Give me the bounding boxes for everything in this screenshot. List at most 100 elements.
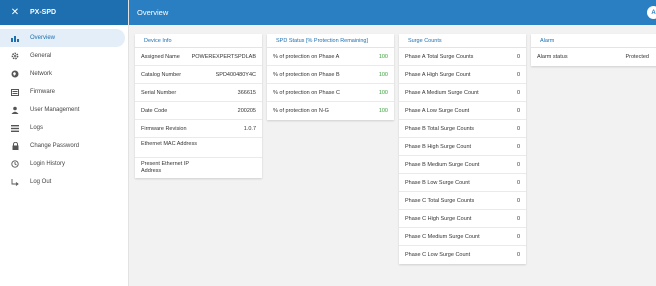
gear-icon [0, 52, 30, 60]
row-label: Alarm status [537, 54, 568, 60]
row-value: 100 [378, 71, 388, 78]
surge-counts-card: Surge Counts Phase A Total Surge Counts 0… [399, 34, 526, 264]
logout-icon [0, 178, 30, 186]
row-label: Serial Number [141, 89, 177, 96]
sidebar-item-log-out[interactable]: Log Out [0, 173, 125, 191]
row-value: 0 [516, 89, 520, 96]
row-value: 100 [378, 108, 388, 114]
surge-count-row: Phase C Medium Surge Count 0 [399, 228, 526, 246]
sidebar: ✕ PX-SPD Overview General Network Firmwa… [0, 0, 129, 286]
sidebar-item-label: Logs [30, 125, 44, 131]
row-label: Phase A Low Surge Count [405, 107, 470, 114]
app-title: PX-SPD [30, 9, 57, 16]
row-label: Phase A Medium Surge Count [405, 89, 479, 96]
row-label: Phase B Low Surge Count [405, 179, 470, 186]
surge-count-row: Phase B Medium Surge Count 0 [399, 156, 526, 174]
alarm-status-value: Protected [625, 54, 649, 60]
sidebar-item-label: Login History [30, 161, 66, 167]
alarm-card: Alarm Alarm status Protected [531, 34, 656, 66]
sidebar-item-general[interactable]: General [0, 47, 125, 65]
row-label: Catalog Number [141, 71, 182, 78]
sidebar-item-label: Firmware [30, 89, 55, 95]
device-info-title: Device Info [135, 34, 262, 48]
row-label: Date Code [141, 107, 168, 114]
row-value: 100 [378, 53, 388, 60]
row-value: 0 [516, 125, 520, 132]
row-value: 0 [516, 143, 520, 150]
row-value: 0 [516, 179, 520, 186]
surge-count-row: Phase B Total Surge Counts 0 [399, 120, 526, 138]
row-value: SPD400480Y4C [215, 71, 256, 78]
firmware-icon [0, 88, 30, 96]
surge-count-row: Phase B High Surge Count 0 [399, 138, 526, 156]
row-label: Phase C High Surge Count [405, 215, 472, 222]
row-label: Phase C Low Surge Count [405, 252, 471, 258]
sidebar-item-overview[interactable]: Overview [0, 29, 125, 47]
row-value: 366615 [237, 89, 256, 96]
spd-status-title: SPD Status [% Protection Remaining] [267, 34, 394, 48]
sidebar-item-label: General [30, 53, 52, 59]
row-label: Phase B Total Surge Counts [405, 125, 474, 132]
surge-count-row: Phase A High Surge Count 0 [399, 66, 526, 84]
spd-status-row: % of protection on N-G 100 [267, 102, 394, 120]
surge-count-row: Phase B Low Surge Count 0 [399, 174, 526, 192]
spd-status-row: % of protection on Phase A 100 [267, 48, 394, 66]
row-value: 0 [516, 197, 520, 204]
sidebar-item-change-password[interactable]: Change Password [0, 137, 125, 155]
alarm-row: Alarm status Protected [531, 48, 656, 66]
row-value: 1.0.7 [243, 125, 256, 132]
surge-count-row: Phase A Low Surge Count 0 [399, 102, 526, 120]
row-label: Phase B High Surge Count [405, 143, 472, 150]
row-label: % of protection on Phase C [273, 89, 340, 96]
sidebar-item-label: User Management [30, 107, 80, 113]
top-bar: Overview A [129, 0, 656, 25]
close-icon[interactable]: ✕ [0, 7, 30, 18]
row-value: 0 [516, 252, 520, 258]
surge-count-row: Phase C High Surge Count 0 [399, 210, 526, 228]
surge-count-row: Phase C Total Surge Counts 0 [399, 192, 526, 210]
row-value: 200205 [237, 107, 256, 114]
sidebar-item-network[interactable]: Network [0, 65, 125, 83]
sidebar-item-label: Network [30, 71, 53, 77]
surge-count-row: Phase A Medium Surge Count 0 [399, 84, 526, 102]
spd-status-card: SPD Status [% Protection Remaining] % of… [267, 34, 394, 120]
device-info-row: Firmware Revision 1.0.7 [135, 120, 262, 138]
row-value: POWEREXPERTSPDLAB [191, 53, 256, 60]
sidebar-item-login-history[interactable]: Login History [0, 155, 125, 173]
row-value: 0 [516, 71, 520, 78]
row-label: Phase B Medium Surge Count [405, 161, 480, 168]
sidebar-item-firmware[interactable]: Firmware [0, 83, 125, 101]
device-info-row: Assigned Name POWEREXPERTSPDLAB [135, 48, 262, 66]
avatar[interactable]: A [647, 6, 656, 19]
sidebar-item-logs[interactable]: Logs [0, 119, 125, 137]
row-label: Assigned Name [141, 53, 180, 60]
surge-count-row: Phase A Total Surge Counts 0 [399, 48, 526, 66]
row-label: % of protection on Phase B [273, 71, 340, 78]
device-info-row: Catalog Number SPD400480Y4C [135, 66, 262, 84]
row-value: 0 [516, 215, 520, 222]
history-icon [0, 160, 30, 168]
sidebar-item-label: Overview [30, 35, 56, 41]
sidebar-header: ✕ PX-SPD [0, 0, 128, 25]
device-info-card: Device Info Assigned Name POWEREXPERTSPD… [135, 34, 262, 178]
device-info-row: Serial Number 366615 [135, 84, 262, 102]
spd-status-row: % of protection on Phase C 100 [267, 84, 394, 102]
lock-icon [0, 142, 30, 150]
alarm-title: Alarm [531, 34, 656, 48]
page-title: Overview [137, 8, 169, 17]
row-value: 0 [516, 233, 520, 240]
device-info-row: Date Code 200205 [135, 102, 262, 120]
surge-count-row: Phase C Low Surge Count 0 [399, 246, 526, 264]
sidebar-item-label: Change Password [30, 143, 80, 149]
globe-icon [0, 70, 30, 78]
sidebar-item-user-management[interactable]: User Management [0, 101, 125, 119]
row-value: 0 [516, 161, 520, 168]
row-label: % of protection on N-G [273, 108, 329, 114]
row-label: Ethernet MAC Address [141, 141, 197, 147]
device-info-row: Ethernet MAC Address [135, 138, 262, 158]
row-label: % of protection on Phase A [273, 53, 340, 60]
bar-chart-icon [0, 35, 30, 42]
device-info-row: Present Ethernet IP Address [135, 158, 262, 178]
row-value: 0 [516, 107, 520, 114]
row-label: Firmware Revision [141, 125, 187, 132]
